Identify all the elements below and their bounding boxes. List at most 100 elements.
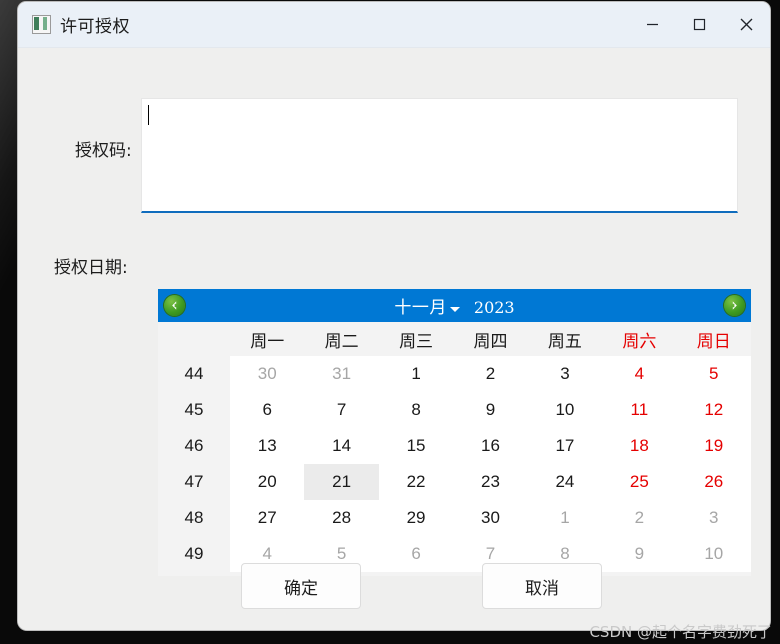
calendar-day-label: 29 bbox=[406, 508, 426, 527]
arrow-right-icon bbox=[732, 301, 737, 310]
calendar-day[interactable]: 1 bbox=[527, 500, 603, 536]
week-number: 45 bbox=[158, 392, 230, 428]
maximize-button[interactable] bbox=[676, 2, 723, 47]
calendar-day-label: 4 bbox=[634, 364, 645, 383]
calendar-day[interactable]: 9 bbox=[453, 392, 528, 428]
calendar-title[interactable]: 十一月 2023 bbox=[394, 293, 514, 318]
calendar-day[interactable]: 19 bbox=[676, 428, 751, 464]
calendar-month-label: 十一月 bbox=[394, 298, 447, 318]
calendar-day[interactable]: 1 bbox=[378, 356, 454, 392]
calendar-day[interactable]: 23 bbox=[453, 464, 528, 500]
confirm-button[interactable]: 确定 bbox=[241, 563, 361, 609]
calendar-day[interactable]: 10 bbox=[676, 536, 751, 572]
calendar-day-label: 2 bbox=[634, 508, 645, 527]
calendar-day[interactable]: 22 bbox=[378, 464, 454, 500]
minimize-button[interactable] bbox=[629, 2, 676, 47]
calendar-day-label: 21 bbox=[304, 464, 379, 500]
weekday-sat: 周六 bbox=[622, 331, 657, 352]
calendar-day[interactable]: 29 bbox=[378, 500, 454, 536]
calendar-day-label: 10 bbox=[555, 400, 575, 419]
calendar-day-label: 15 bbox=[406, 436, 426, 455]
calendar-day-grid: 44 30 31 1 2 3 4 5 45 6 7 8 9 10 11 12 46 13 14 15 16 17 18 19 4… bbox=[158, 356, 751, 572]
calendar-day-label: 20 bbox=[257, 472, 277, 491]
arrow-left-icon bbox=[172, 301, 177, 310]
week-number: 46 bbox=[158, 428, 230, 464]
calendar-day-label: 1 bbox=[560, 508, 570, 527]
calendar-day[interactable]: 6 bbox=[378, 536, 454, 572]
calendar-day[interactable]: 13 bbox=[230, 428, 305, 464]
close-button[interactable] bbox=[723, 2, 770, 47]
calendar-day-label: 16 bbox=[481, 436, 500, 455]
calendar-day[interactable]: 6 bbox=[230, 392, 305, 428]
calendar-day-label: 13 bbox=[257, 436, 277, 455]
calendar-day-label: 7 bbox=[336, 400, 347, 419]
calendar-day-label: 23 bbox=[481, 472, 500, 491]
calendar-day-selected[interactable]: 21 bbox=[304, 464, 379, 500]
calendar-day[interactable]: 30 bbox=[230, 356, 305, 392]
chevron-down-icon bbox=[449, 306, 460, 312]
calendar-day[interactable]: 31 bbox=[304, 356, 379, 392]
calendar-day[interactable]: 12 bbox=[676, 392, 751, 428]
calendar-day-label: 31 bbox=[332, 364, 352, 383]
week-number: 47 bbox=[158, 464, 230, 500]
minimize-icon bbox=[647, 23, 658, 26]
license-code-label: 授权码: bbox=[75, 141, 132, 161]
calendar-day[interactable]: 5 bbox=[676, 356, 751, 392]
calendar-day-label: 18 bbox=[629, 436, 649, 455]
calendar-day-label: 8 bbox=[411, 400, 421, 419]
calendar-day-label: 3 bbox=[709, 508, 719, 527]
calendar-day[interactable]: 2 bbox=[602, 500, 677, 536]
calendar-day[interactable]: 28 bbox=[304, 500, 379, 536]
calendar-day[interactable]: 14 bbox=[304, 428, 379, 464]
calendar-day[interactable]: 10 bbox=[527, 392, 603, 428]
calendar-day[interactable]: 30 bbox=[453, 500, 528, 536]
calendar-day[interactable]: 15 bbox=[378, 428, 454, 464]
calendar-day[interactable]: 11 bbox=[602, 392, 677, 428]
calendar-day[interactable]: 8 bbox=[378, 392, 454, 428]
calendar-day[interactable]: 2 bbox=[453, 356, 528, 392]
title-bar: 许可授权 bbox=[18, 2, 770, 48]
weekday-mon: 周一 bbox=[250, 331, 285, 352]
next-month-button[interactable] bbox=[724, 295, 745, 316]
weekday-thu: 周四 bbox=[473, 331, 508, 352]
calendar-day-label: 1 bbox=[411, 364, 421, 383]
calendar-day[interactable]: 20 bbox=[230, 464, 305, 500]
maximize-icon bbox=[693, 18, 706, 31]
calendar-day-label: 27 bbox=[257, 508, 277, 527]
calendar-header: 十一月 2023 bbox=[158, 289, 751, 322]
calendar-day[interactable]: 17 bbox=[527, 428, 603, 464]
calendar-day[interactable]: 4 bbox=[602, 356, 677, 392]
calendar-day-label: 2 bbox=[485, 364, 496, 383]
calendar-day[interactable]: 25 bbox=[602, 464, 677, 500]
calendar-day[interactable]: 26 bbox=[676, 464, 751, 500]
close-icon bbox=[740, 18, 753, 31]
calendar-day[interactable]: 3 bbox=[527, 356, 603, 392]
week-number: 48 bbox=[158, 500, 230, 536]
calendar-day-label: 19 bbox=[704, 436, 724, 455]
previous-month-button[interactable] bbox=[164, 295, 185, 316]
dialog-body: 授权码: 授权日期: 十一月 2023 周一 周二 周三 周四 周五 周六 周日… bbox=[18, 48, 770, 630]
calendar-day-label: 17 bbox=[555, 436, 575, 455]
calendar-day-label: 9 bbox=[485, 400, 496, 419]
calendar-day[interactable]: 18 bbox=[602, 428, 677, 464]
week-number: 49 bbox=[158, 536, 230, 572]
calendar-day-label: 5 bbox=[709, 364, 719, 383]
calendar-day[interactable]: 9 bbox=[602, 536, 677, 572]
calendar-day[interactable]: 24 bbox=[527, 464, 603, 500]
weekday-wed: 周三 bbox=[399, 331, 434, 352]
calendar-day[interactable]: 16 bbox=[453, 428, 528, 464]
calendar-weekday-header: 周一 周二 周三 周四 周五 周六 周日 bbox=[158, 322, 751, 356]
calendar-day-label: 30 bbox=[481, 508, 500, 527]
license-code-input[interactable] bbox=[141, 98, 738, 213]
app-window-icon bbox=[32, 15, 51, 34]
watermark-text: CSDN @起个名字费劲死了 bbox=[589, 623, 772, 641]
calendar-day[interactable]: 27 bbox=[230, 500, 305, 536]
calendar-day[interactable]: 7 bbox=[304, 392, 379, 428]
week-number: 44 bbox=[158, 356, 230, 392]
calendar-year-label: 2023 bbox=[473, 298, 515, 317]
calendar-day[interactable]: 3 bbox=[676, 500, 751, 536]
weekday-sun: 周日 bbox=[696, 331, 731, 352]
calendar-day-label: 25 bbox=[629, 472, 649, 491]
calendar-day-label: 26 bbox=[704, 472, 724, 491]
cancel-button[interactable]: 取消 bbox=[482, 563, 602, 609]
